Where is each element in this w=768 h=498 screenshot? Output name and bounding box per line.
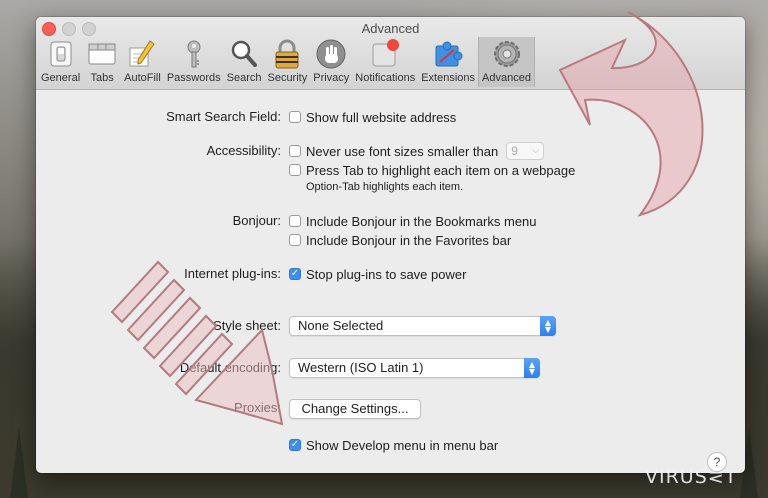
tab-advanced[interactable]: Advanced — [478, 37, 535, 87]
change-settings-button[interactable]: Change Settings... — [289, 399, 421, 419]
chevron-down-icon: ⌵ — [532, 146, 540, 156]
hand-icon — [315, 38, 347, 70]
bonjour-bookmarks-checkbox[interactable] — [289, 215, 301, 227]
updown-arrows-icon: ▲ ▼ — [540, 316, 556, 336]
develop-menu-checkbox[interactable] — [289, 439, 301, 451]
gear-icon — [491, 38, 523, 70]
checkbox-label: Show full website address — [306, 109, 457, 125]
stop-plugins-option[interactable]: Stop plug-ins to save power — [289, 265, 466, 283]
checkbox-label: Show Develop menu in menu bar — [306, 437, 499, 453]
bonjour-bookmarks-option[interactable]: Include Bonjour in the Bookmarks menu — [289, 212, 537, 230]
proxies-label: Proxies: — [234, 400, 281, 415]
puzzle-icon — [432, 38, 464, 70]
tab-label: Security — [267, 72, 308, 84]
checkbox-label: Include Bonjour in the Bookmarks menu — [306, 213, 537, 229]
magnifier-icon — [228, 38, 260, 70]
general-switch-icon — [45, 38, 77, 70]
preferences-window: Advanced General Tabs AutoFill Passwords… — [36, 17, 745, 473]
tab-label: Notifications — [355, 72, 416, 84]
tabs-icon — [86, 38, 118, 70]
window-title: Advanced — [361, 21, 420, 36]
develop-menu-option[interactable]: Show Develop menu in menu bar — [289, 436, 498, 454]
watermark-logo: VIRUS⋜T — [645, 466, 738, 488]
show-full-address-option[interactable]: Show full website address — [289, 108, 456, 126]
tab-search[interactable]: Search — [224, 37, 265, 87]
checkbox-label: Never use font sizes smaller than — [306, 143, 499, 159]
style-sheet-label: Style sheet: — [213, 318, 281, 333]
tab-label: General — [41, 72, 81, 84]
encoding-label: Default encoding: — [179, 360, 281, 375]
encoding-value: Western (ISO Latin 1) — [298, 360, 424, 375]
min-font-size-option[interactable]: Never use font sizes smaller than 9 ⌵ — [289, 142, 545, 160]
tab-passwords[interactable]: Passwords — [164, 37, 224, 87]
tab-notifications[interactable]: Notifications — [352, 37, 418, 87]
bonjour-favorites-option[interactable]: Include Bonjour in the Favorites bar — [289, 231, 511, 249]
tab-label: AutoFill — [124, 72, 161, 84]
tab-privacy[interactable]: Privacy — [310, 37, 352, 87]
bonjour-favorites-checkbox[interactable] — [289, 234, 301, 246]
min-font-size-checkbox[interactable] — [289, 145, 301, 157]
tab-tabs[interactable]: Tabs — [83, 37, 121, 87]
checkbox-label: Press Tab to highlight each item on a we… — [306, 162, 576, 178]
plugins-label: Internet plug-ins: — [184, 266, 281, 281]
stop-plugins-checkbox[interactable] — [289, 268, 301, 280]
key-icon — [178, 38, 210, 70]
style-sheet-value: None Selected — [298, 318, 384, 333]
updown-arrows-icon: ▲ ▼ — [524, 358, 540, 378]
encoding-popup[interactable]: Western (ISO Latin 1) ▲ ▼ — [289, 358, 540, 378]
option-tab-note: Option-Tab highlights each item. — [306, 181, 464, 193]
press-tab-checkbox[interactable] — [289, 164, 301, 176]
padlock-icon — [271, 38, 303, 70]
font-size-select[interactable]: 9 ⌵ — [506, 142, 545, 160]
show-full-address-checkbox[interactable] — [289, 111, 301, 123]
tab-label: Advanced — [482, 72, 531, 84]
tab-security[interactable]: Security — [264, 37, 310, 87]
tab-label: Extensions — [421, 72, 476, 84]
style-sheet-popup[interactable]: None Selected ▲ ▼ — [289, 316, 556, 336]
notifications-icon — [369, 38, 401, 70]
pencil-form-icon — [126, 38, 158, 70]
tab-autofill[interactable]: AutoFill — [121, 37, 164, 87]
checkbox-label: Include Bonjour in the Favorites bar — [306, 232, 512, 248]
tab-label: Tabs — [90, 72, 114, 84]
tab-label: Search — [226, 72, 262, 84]
bonjour-label: Bonjour: — [232, 213, 281, 228]
title-bar: Advanced General Tabs AutoFill Passwords… — [36, 17, 745, 90]
tab-label: Passwords — [166, 72, 221, 84]
tab-extensions[interactable]: Extensions — [418, 37, 478, 87]
accessibility-label: Accessibility: — [206, 143, 281, 158]
preferences-toolbar: General Tabs AutoFill Passwords Search S… — [38, 37, 535, 89]
tab-general[interactable]: General — [38, 37, 83, 87]
checkbox-label: Stop plug-ins to save power — [306, 266, 467, 282]
press-tab-option[interactable]: Press Tab to highlight each item on a we… — [289, 161, 575, 179]
tab-label: Privacy — [313, 72, 350, 84]
font-size-value: 9 — [511, 144, 518, 158]
advanced-settings-panel: Smart Search Field: Show full website ad… — [36, 90, 745, 473]
smart-search-label: Smart Search Field: — [166, 109, 281, 124]
background-tree — [10, 428, 28, 498]
